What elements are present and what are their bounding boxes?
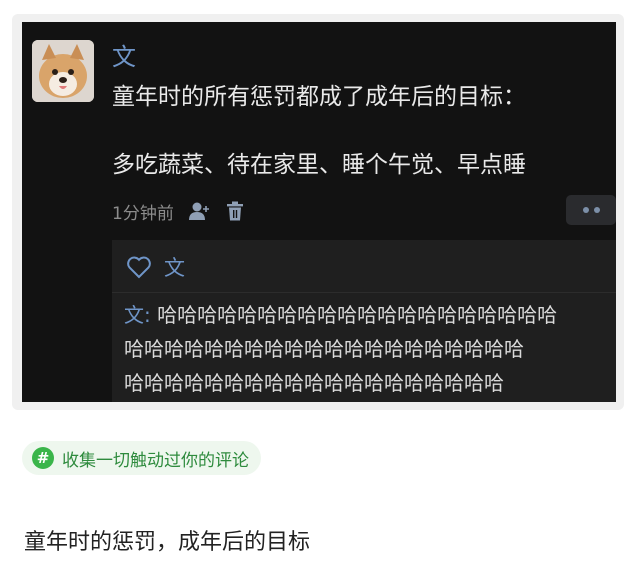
comment-author[interactable]: 文: <box>124 303 151 327</box>
liker-name[interactable]: 文 <box>164 252 185 282</box>
comment[interactable]: 文: 哈哈哈哈哈哈哈哈哈哈哈哈哈哈哈哈哈哈哈哈 哈哈哈哈哈哈哈哈哈哈哈哈哈哈哈哈… <box>124 298 614 400</box>
post-text-line-2: 多吃蔬菜、待在家里、睡个午觉、早点睡 <box>112 152 526 178</box>
likes-comments-box: 文 文: 哈哈哈哈哈哈哈哈哈哈哈哈哈哈哈哈哈哈哈哈 哈哈哈哈哈哈哈哈哈哈哈哈哈哈… <box>112 240 616 402</box>
post-meta: 1分钟前 <box>112 198 246 224</box>
topic-tag-label: 收集一切触动过你的评论 <box>62 450 249 471</box>
avatar[interactable] <box>32 40 94 102</box>
comment-line-3: 哈哈哈哈哈哈哈哈哈哈哈哈哈哈哈哈哈哈哈 <box>124 371 504 395</box>
comment-line-1: 文: 哈哈哈哈哈哈哈哈哈哈哈哈哈哈哈哈哈哈哈哈 <box>124 298 614 332</box>
comment-text-1: 哈哈哈哈哈哈哈哈哈哈哈哈哈哈哈哈哈哈哈哈 <box>150 303 558 327</box>
person-icon[interactable] <box>188 200 210 222</box>
more-dots-icon[interactable] <box>566 195 616 225</box>
post-author[interactable]: 文 <box>112 42 136 72</box>
moment-post-screenshot: 文 童年时的所有惩罚都成了成年后的目标： 多吃蔬菜、待在家里、睡个午觉、早点睡 … <box>22 22 616 402</box>
article-caption: 童年时的惩罚，成年后的目标 <box>24 530 311 555</box>
heart-icon <box>127 256 151 279</box>
post-time: 1分钟前 <box>112 203 174 224</box>
divider <box>112 292 616 293</box>
comment-line-2: 哈哈哈哈哈哈哈哈哈哈哈哈哈哈哈哈哈哈哈哈 <box>124 337 524 361</box>
hash-icon: # <box>32 447 54 469</box>
trash-icon[interactable] <box>224 200 246 222</box>
post-text-line-1: 童年时的所有惩罚都成了成年后的目标： <box>112 84 526 110</box>
topic-tag[interactable]: # 收集一切触动过你的评论 <box>22 441 261 475</box>
like-row: 文 <box>126 252 185 282</box>
